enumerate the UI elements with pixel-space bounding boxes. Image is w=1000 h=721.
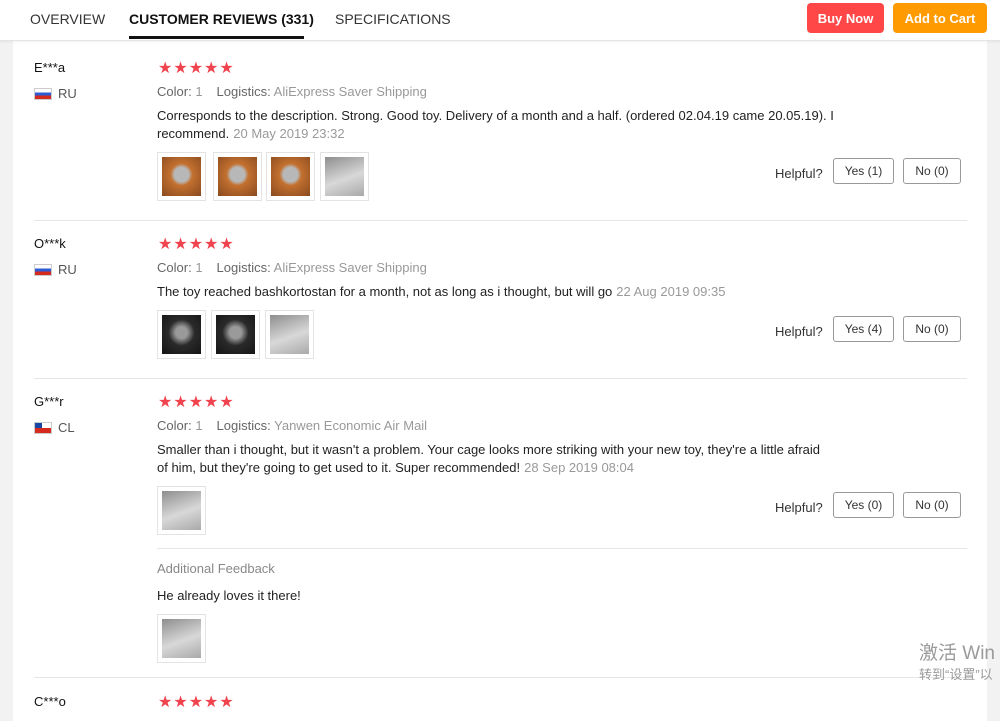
reviews-panel: E***a RU ★★★★★ Color: 1 Logistics: AliExp… [13, 41, 987, 721]
logistics-value: AliExpress Saver Shipping [273, 260, 427, 275]
review-photo [216, 315, 255, 354]
additional-feedback-divider [157, 548, 967, 549]
review-text-line: of him, but they're going to get used to… [157, 460, 521, 475]
review-date: 28 Sep 2019 08:04 [524, 460, 634, 475]
helpful-yes-button[interactable]: Yes (0) [833, 492, 894, 518]
additional-feedback-text: He already loves it there! [157, 588, 301, 603]
review-text: Smaller than i thought, but it wasn't a … [157, 441, 877, 477]
review-photo-thumbnail[interactable] [157, 486, 206, 535]
reviewer-name: E***a [34, 60, 66, 75]
review-text-line: recommend. [157, 126, 230, 141]
review-meta: Color: 1 Logistics: AliExpress Saver Ship… [157, 260, 427, 275]
reviewer-country: CL [58, 420, 75, 435]
review-photo-thumbnail[interactable] [211, 310, 260, 359]
reviewer-country: RU [58, 86, 77, 101]
review-text-line: Smaller than i thought, but it wasn't a … [157, 442, 820, 457]
windows-activation-watermark: 激活 Win 转到“设置”以 [919, 642, 995, 684]
buy-now-button[interactable]: Buy Now [807, 3, 884, 33]
review-date: 20 May 2019 23:32 [233, 126, 345, 141]
color-value: 1 [195, 260, 203, 275]
helpful-label: Helpful? [775, 500, 823, 515]
helpful-label: Helpful? [775, 324, 823, 339]
review-divider [34, 220, 967, 221]
tab-customer-reviews[interactable]: CUSTOMER REVIEWS (331) [129, 11, 314, 27]
logistics-label: Logistics: [216, 84, 271, 99]
review-divider [34, 378, 967, 379]
color-label: Color: [157, 84, 192, 99]
color-label: Color: [157, 418, 192, 433]
review-text: Corresponds to the description. Strong. … [157, 107, 877, 143]
product-tab-bar: OVERVIEW CUSTOMER REVIEWS (331) SPECIFIC… [0, 0, 1000, 41]
chile-flag-icon [34, 422, 52, 434]
helpful-yes-button[interactable]: Yes (4) [833, 316, 894, 342]
review-photo-thumbnail[interactable] [157, 614, 206, 663]
reviewer-name: O***k [34, 236, 66, 251]
review-photo [162, 315, 201, 354]
watermark-line: 激活 Win [919, 643, 996, 664]
reviewer-name: G***r [34, 394, 64, 409]
review-divider [34, 677, 967, 678]
review-text-line: The toy reached bashkortostan for a mont… [157, 284, 613, 299]
logistics-label: Logistics: [216, 260, 271, 275]
tab-specifications[interactable]: SPECIFICATIONS [335, 11, 451, 27]
additional-feedback-title: Additional Feedback [157, 561, 275, 576]
review-text-line: Corresponds to the description. Strong. … [157, 108, 834, 123]
logistics-label: Logistics: [216, 418, 271, 433]
helpful-no-button[interactable]: No (0) [903, 158, 961, 184]
star-rating: ★★★★★ [158, 394, 235, 411]
watermark-line: 转到“设置”以 [919, 667, 993, 682]
review-photo-thumbnail[interactable] [266, 152, 315, 201]
helpful-yes-button[interactable]: Yes (1) [833, 158, 894, 184]
tab-overview[interactable]: OVERVIEW [30, 11, 105, 27]
russia-flag-icon [34, 88, 52, 100]
review-photo [325, 157, 364, 196]
review-photo-thumbnail[interactable] [265, 310, 314, 359]
review-photo [162, 619, 201, 658]
review-photo-thumbnail[interactable] [157, 310, 206, 359]
review-meta: Color: 1 Logistics: AliExpress Saver Ship… [157, 84, 427, 99]
helpful-no-button[interactable]: No (0) [903, 492, 961, 518]
review-photo-thumbnail[interactable] [320, 152, 369, 201]
review-photo [218, 157, 257, 196]
review-meta: Color: 1 Logistics: Yanwen Economic Air M… [157, 418, 427, 433]
star-rating: ★★★★★ [158, 236, 235, 253]
color-value: 1 [195, 418, 203, 433]
color-label: Color: [157, 260, 192, 275]
helpful-label: Helpful? [775, 166, 823, 181]
review-text: The toy reached bashkortostan for a mont… [157, 283, 877, 301]
active-tab-indicator [129, 36, 304, 39]
reviewer-name: C***o [34, 694, 66, 709]
review-photo-thumbnail[interactable] [213, 152, 262, 201]
review-photo [162, 157, 201, 196]
review-date: 22 Aug 2019 09:35 [616, 284, 726, 299]
review-photo [271, 157, 310, 196]
reviewer-country: RU [58, 262, 77, 277]
color-value: 1 [195, 84, 203, 99]
star-rating: ★★★★★ [158, 694, 235, 711]
logistics-value: AliExpress Saver Shipping [273, 84, 427, 99]
review-photo [162, 491, 201, 530]
logistics-value: Yanwen Economic Air Mail [274, 418, 428, 433]
russia-flag-icon [34, 264, 52, 276]
add-to-cart-button[interactable]: Add to Cart [893, 3, 987, 33]
helpful-no-button[interactable]: No (0) [903, 316, 961, 342]
star-rating: ★★★★★ [158, 60, 235, 77]
review-photo [270, 315, 309, 354]
review-photo-thumbnail[interactable] [157, 152, 206, 201]
